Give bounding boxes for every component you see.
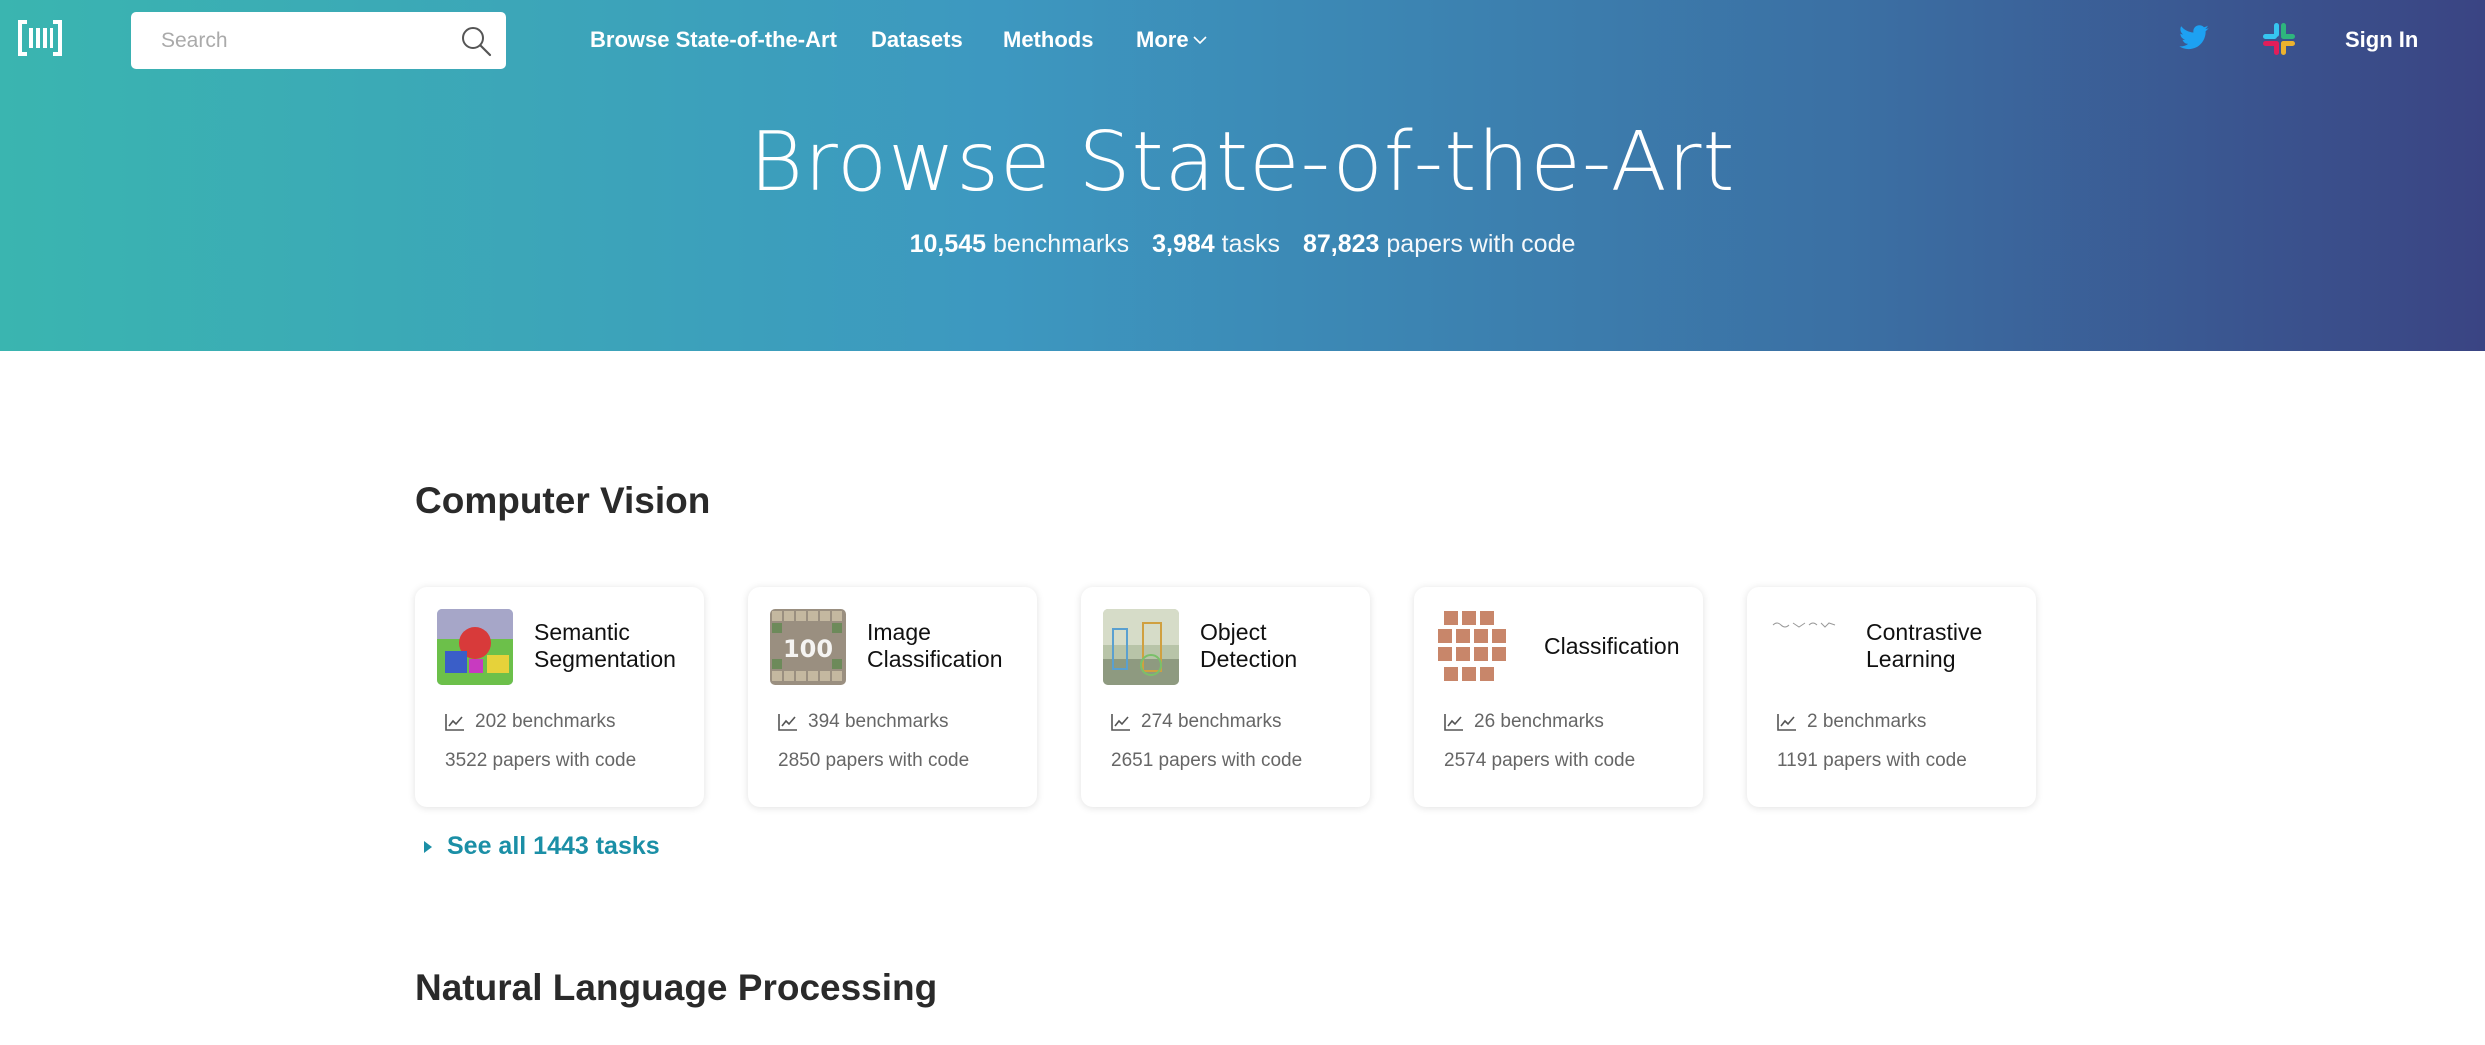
see-all-tasks-link[interactable]: See all 1443 tasks: [423, 832, 660, 861]
benchmarks-count: 202 benchmarks: [475, 711, 616, 732]
task-thumbnail: [1436, 609, 1512, 685]
paperswithcode-logo-icon[interactable]: [18, 20, 62, 56]
task-benchmarks: 274 benchmarks: [1111, 711, 1281, 733]
see-all-label[interactable]: See all 1443 tasks: [447, 832, 660, 861]
task-thumbnail: [1769, 609, 1845, 685]
chart-line-icon: [1777, 714, 1796, 731]
chart-line-icon: [1111, 714, 1130, 731]
chart-line-icon: [1444, 714, 1463, 731]
hero-banner: Browse State-of-the-Art Datasets Methods…: [0, 0, 2485, 351]
benchmarks-count: 26 benchmarks: [1474, 711, 1604, 732]
benchmarks-count: 274 benchmarks: [1141, 711, 1282, 732]
papers-count: 2850 papers with code: [778, 750, 970, 771]
stat-number: 3,984: [1152, 230, 1215, 258]
task-thumbnail: [1103, 609, 1179, 685]
section-title-computer-vision[interactable]: Computer Vision: [415, 480, 710, 522]
chart-line-icon: [778, 714, 797, 731]
nav-methods[interactable]: Methods: [1003, 0, 1093, 80]
task-benchmarks: 202 benchmarks: [445, 711, 615, 733]
section-title-nlp[interactable]: Natural Language Processing: [415, 967, 937, 1009]
task-thumbnail: [437, 609, 513, 685]
task-card-image-classification[interactable]: 100 Image Classification 394 benchmarks …: [748, 587, 1037, 807]
benchmarks-count: 2 benchmarks: [1807, 711, 1927, 732]
task-card-classification[interactable]: Classification 26 benchmarks 2574 papers…: [1414, 587, 1703, 807]
stat-label: tasks: [1221, 230, 1281, 258]
task-card-object-detection[interactable]: Object Detection 274 benchmarks 2651 pap…: [1081, 587, 1370, 807]
chart-line-icon: [445, 714, 464, 731]
benchmarks-count: 394 benchmarks: [808, 711, 949, 732]
papers-count: 2574 papers with code: [1444, 750, 1636, 771]
sign-in-link[interactable]: Sign In: [2345, 0, 2418, 80]
task-name[interactable]: Semantic Segmentation: [534, 619, 699, 673]
task-card-contrastive-learning[interactable]: Contrastive Learning 2 benchmarks 1191 p…: [1747, 587, 2036, 807]
task-thumbnail: 100: [770, 609, 846, 685]
stat-label: benchmarks: [993, 230, 1130, 258]
nav-methods-link[interactable]: Methods: [1003, 27, 1093, 53]
nav-datasets-link[interactable]: Datasets: [871, 27, 963, 53]
search-icon[interactable]: [460, 25, 492, 57]
stat-number: 10,545: [909, 230, 987, 258]
search-box[interactable]: [131, 12, 506, 69]
slack-icon[interactable]: [2260, 20, 2298, 58]
nav-more-link[interactable]: More: [1136, 27, 1189, 53]
papers-count: 1191 papers with code: [1777, 750, 1967, 771]
stat-papers: 87,823 papers with code: [1303, 230, 1575, 258]
chevron-down-icon: [1192, 36, 1207, 45]
page-title: Browse State-of-the-Art: [749, 115, 1736, 210]
task-name[interactable]: Image Classification: [867, 619, 1032, 673]
papers-count: 3522 papers with code: [445, 750, 637, 771]
twitter-icon[interactable]: [2178, 22, 2210, 54]
caret-right-icon: [424, 840, 432, 853]
stat-label: papers with code: [1386, 230, 1576, 258]
task-benchmarks: 2 benchmarks: [1777, 711, 1926, 733]
stat-tasks: 3,984 tasks: [1152, 230, 1287, 258]
nav-browse-sota[interactable]: Browse State-of-the-Art: [590, 0, 837, 80]
hero-stats: 10,545 benchmarks 3,984 tasks 87,823 pap…: [0, 230, 2485, 259]
nav-more-dropdown[interactable]: More: [1136, 0, 1207, 80]
task-benchmarks: 394 benchmarks: [778, 711, 948, 733]
nav-browse-link[interactable]: Browse State-of-the-Art: [590, 27, 837, 53]
task-name[interactable]: Contrastive Learning: [1866, 619, 2031, 673]
stat-benchmarks: 10,545 benchmarks: [910, 230, 1137, 258]
task-card-semantic-segmentation[interactable]: Semantic Segmentation 202 benchmarks 352…: [415, 587, 704, 807]
stat-number: 87,823: [1302, 230, 1380, 258]
task-benchmarks: 26 benchmarks: [1444, 711, 1604, 733]
svg-text:100: 100: [783, 635, 833, 663]
search-input[interactable]: [131, 12, 431, 69]
papers-count: 2651 papers with code: [1111, 750, 1303, 771]
task-name[interactable]: Classification: [1544, 633, 1709, 660]
nav-datasets[interactable]: Datasets: [871, 0, 963, 80]
task-name[interactable]: Object Detection: [1200, 619, 1365, 673]
